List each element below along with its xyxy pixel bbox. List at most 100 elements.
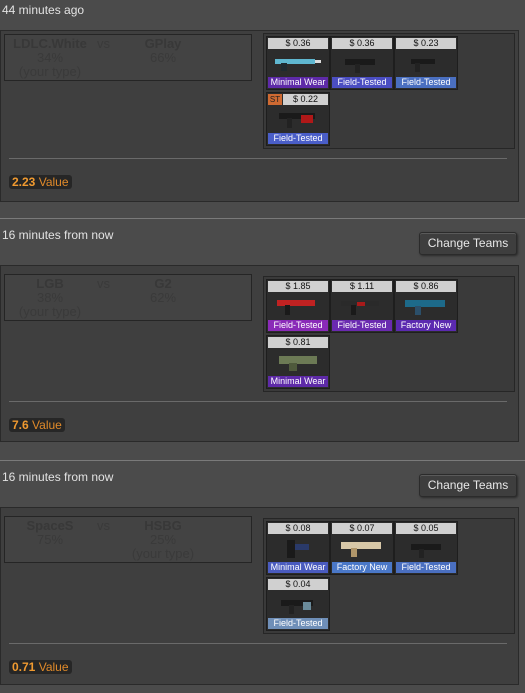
divider (9, 643, 507, 644)
lmg-icon (279, 356, 317, 371)
items-box: $ 0.36 Minimal Wear $ 0.36 Field-Tested … (263, 33, 515, 149)
rifle-icon (279, 113, 315, 128)
rifle-icon (405, 300, 445, 315)
match-panel: LGB 38% (your type) vs G2 62% $ 1.85 Fie… (0, 265, 519, 442)
item-price: $ 0.07 (332, 523, 392, 534)
team-2-pct: 25% (149, 532, 177, 547)
skin-item[interactable]: $ 0.81 Minimal Wear (266, 335, 330, 389)
team-2: G2 62% (135, 277, 191, 305)
team-1-name: LDLC.White (13, 36, 87, 51)
value-label: Value (32, 418, 62, 432)
team-1-name: LGB (36, 276, 64, 291)
teams-box[interactable]: SpaceS 75% vs HSBG 25% (your type) (4, 516, 252, 563)
stattrak-badge: ST (268, 94, 282, 105)
vs-label: vs (97, 276, 110, 291)
skin-item[interactable]: $ 1.11 Field-Tested (330, 279, 394, 333)
item-price: $ 0.81 (268, 337, 328, 348)
skin-item[interactable]: ST $ 0.22 Field-Tested (266, 92, 330, 146)
smg-icon (287, 540, 309, 558)
team-2-pct: 66% (149, 50, 177, 65)
item-price: $ 0.22 (283, 94, 328, 105)
skin-item[interactable]: $ 0.36 Field-Tested (330, 36, 394, 90)
item-condition: Field-Tested (396, 562, 456, 573)
skin-item[interactable]: $ 1.85 Field-Tested (266, 279, 330, 333)
team-1-pct: 75% (36, 532, 64, 547)
match-time: 44 minutes ago (2, 3, 85, 17)
team-1-pct: 38% (36, 290, 64, 305)
item-condition: Field-Tested (268, 320, 328, 331)
match-card-1: 44 minutes ago LDLC.White 34% (your type… (0, 0, 525, 215)
value-badge: 7.6 Value (9, 418, 65, 432)
value-label: Value (38, 175, 69, 189)
item-condition: Field-Tested (268, 133, 328, 144)
skin-item[interactable]: $ 0.08 Minimal Wear (266, 521, 330, 575)
item-condition: Minimal Wear (268, 376, 328, 387)
value-number: 7.6 (12, 418, 29, 432)
item-price: $ 0.86 (396, 281, 456, 292)
skin-item[interactable]: $ 0.86 Factory New (394, 279, 458, 333)
value-badge: 0.71 Value (9, 660, 72, 674)
rifle-icon (341, 542, 381, 557)
skin-item[interactable]: $ 0.23 Field-Tested (394, 36, 458, 90)
match-card-2: 16 minutes from now Change Teams LGB 38%… (0, 219, 525, 459)
team-1-your-type: (your type) (18, 304, 82, 319)
skin-item[interactable]: $ 0.36 Minimal Wear (266, 36, 330, 90)
team-2-name: G2 (154, 276, 172, 291)
rifle-icon (277, 300, 315, 315)
match-panel: SpaceS 75% vs HSBG 25% (your type) $ 0.0… (0, 507, 519, 685)
team-2: HSBG 25% (your type) (123, 519, 203, 561)
item-condition: Factory New (396, 320, 456, 331)
item-condition: Field-Tested (396, 77, 456, 88)
match-time: 16 minutes from now (2, 228, 114, 242)
smg-icon (411, 544, 441, 558)
team-2-pct: 62% (149, 290, 177, 305)
vs-label: vs (97, 36, 110, 51)
match-time: 16 minutes from now (2, 470, 114, 484)
team-1-pct: 34% (36, 50, 64, 65)
divider (9, 158, 507, 159)
rifle-icon (275, 59, 321, 71)
item-price: $ 0.05 (396, 523, 456, 534)
value-number: 2.23 (12, 175, 36, 189)
item-price: $ 0.36 (332, 38, 392, 49)
skin-item[interactable]: $ 0.07 Factory New (330, 521, 394, 575)
item-price: $ 0.04 (268, 579, 328, 590)
items-box: $ 0.08 Minimal Wear $ 0.07 Factory New $… (263, 518, 515, 634)
match-panel: LDLC.White 34% (your type) vs GPlay 66% … (0, 30, 519, 202)
team-1: LDLC.White 34% (your type) (7, 37, 93, 79)
team-2: GPlay 66% (135, 37, 191, 65)
item-price: $ 1.11 (332, 281, 392, 292)
item-price: $ 0.23 (396, 38, 456, 49)
change-teams-button[interactable]: Change Teams (419, 232, 517, 255)
value-badge: 2.23 Value (9, 175, 72, 189)
item-condition: Minimal Wear (268, 77, 328, 88)
team-1-name: SpaceS (26, 518, 74, 533)
rifle-icon (341, 301, 379, 315)
pistol-icon (411, 59, 435, 72)
item-condition: Field-Tested (332, 320, 392, 331)
team-1: LGB 38% (your type) (7, 277, 93, 319)
item-price: $ 1.85 (268, 281, 328, 292)
team-2-your-type: (your type) (131, 546, 195, 561)
vs-label: vs (97, 518, 110, 533)
item-price: $ 0.08 (268, 523, 328, 534)
item-condition: Field-Tested (268, 618, 328, 629)
item-condition: Factory New (332, 562, 392, 573)
divider (9, 401, 507, 402)
smg-icon (345, 59, 375, 73)
item-price: $ 0.36 (268, 38, 328, 49)
teams-box[interactable]: LDLC.White 34% (your type) vs GPlay 66% (4, 34, 252, 81)
teams-box[interactable]: LGB 38% (your type) vs G2 62% (4, 274, 252, 321)
item-condition: Field-Tested (332, 77, 392, 88)
value-label: Value (38, 660, 69, 674)
value-number: 0.71 (12, 660, 36, 674)
skin-item[interactable]: $ 0.05 Field-Tested (394, 521, 458, 575)
smg-icon (281, 600, 313, 614)
item-condition: Minimal Wear (268, 562, 328, 573)
team-1: SpaceS 75% (7, 519, 93, 547)
team-2-name: HSBG (144, 518, 182, 533)
skin-item[interactable]: $ 0.04 Field-Tested (266, 577, 330, 631)
team-1-your-type: (your type) (18, 64, 82, 79)
team-2-name: GPlay (144, 36, 182, 51)
change-teams-button[interactable]: Change Teams (419, 474, 517, 497)
